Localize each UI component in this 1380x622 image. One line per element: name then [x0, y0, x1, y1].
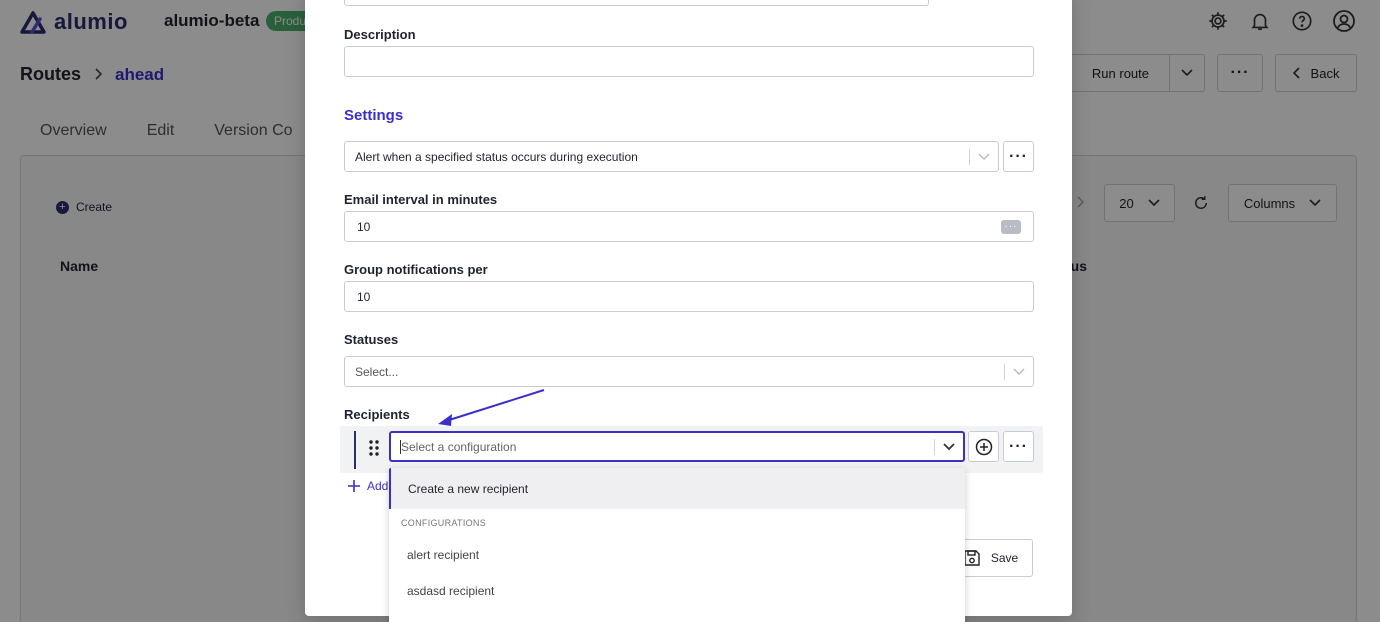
recipient-configuration-placeholder: Select a configuration	[401, 439, 517, 454]
plus-icon	[348, 480, 360, 492]
dropdown-option[interactable]: asdasd recipient	[389, 573, 965, 609]
save-icon	[964, 550, 980, 566]
email-interval-value: 10	[357, 219, 371, 234]
email-interval-input[interactable]: 10 ···	[344, 211, 1034, 242]
alert-type-select[interactable]: Alert when a specified status occurs dur…	[344, 141, 999, 172]
statuses-label: Statuses	[344, 332, 399, 347]
more-icon: ···	[1009, 147, 1028, 165]
description-label: Description	[344, 27, 416, 42]
add-label: Add	[367, 479, 389, 493]
configurations-group-header: CONFIGURATIONS	[401, 518, 487, 528]
variables-icon[interactable]: ···	[1001, 219, 1021, 234]
save-label: Save	[990, 551, 1019, 565]
previous-field-input[interactable]	[344, 0, 929, 6]
recipient-configuration-select[interactable]: Select a configuration	[389, 431, 965, 462]
alert-type-value: Alert when a specified status occurs dur…	[355, 149, 638, 164]
statuses-placeholder: Select...	[355, 364, 399, 379]
row-indicator	[354, 431, 356, 469]
alert-type-options-button[interactable]: ···	[1003, 141, 1034, 172]
statuses-select[interactable]: Select...	[344, 356, 1034, 387]
drag-handle-icon[interactable]	[368, 439, 380, 457]
create-new-recipient-option[interactable]: Create a new recipient	[389, 468, 965, 509]
group-notifications-label: Group notifications per	[344, 262, 488, 277]
recipients-label: Recipients	[344, 407, 410, 422]
group-notifications-input[interactable]: 10	[344, 281, 1034, 312]
email-interval-label: Email interval in minutes	[344, 192, 498, 207]
chevron-down-icon	[935, 442, 963, 451]
recipient-options-button[interactable]: ···	[1003, 431, 1034, 462]
dropdown-option[interactable]: alert recipient	[389, 537, 965, 573]
chevron-down-icon	[970, 152, 998, 161]
plus-circle-icon	[975, 438, 992, 455]
more-icon: ···	[1009, 437, 1028, 455]
description-input[interactable]	[344, 46, 1034, 77]
settings-section-title: Settings	[344, 107, 404, 124]
chevron-down-icon	[1005, 367, 1033, 376]
add-recipient-link[interactable]: Add	[347, 479, 388, 493]
dropdown-option[interactable]: keyTestAlert recipient	[389, 609, 965, 622]
recipient-dropdown-menu: Create a new recipient CONFIGURATIONS al…	[389, 468, 965, 622]
alert-settings-modal: Description Settings Alert when a specif…	[305, 0, 1072, 622]
add-recipient-config-button[interactable]	[968, 431, 999, 462]
